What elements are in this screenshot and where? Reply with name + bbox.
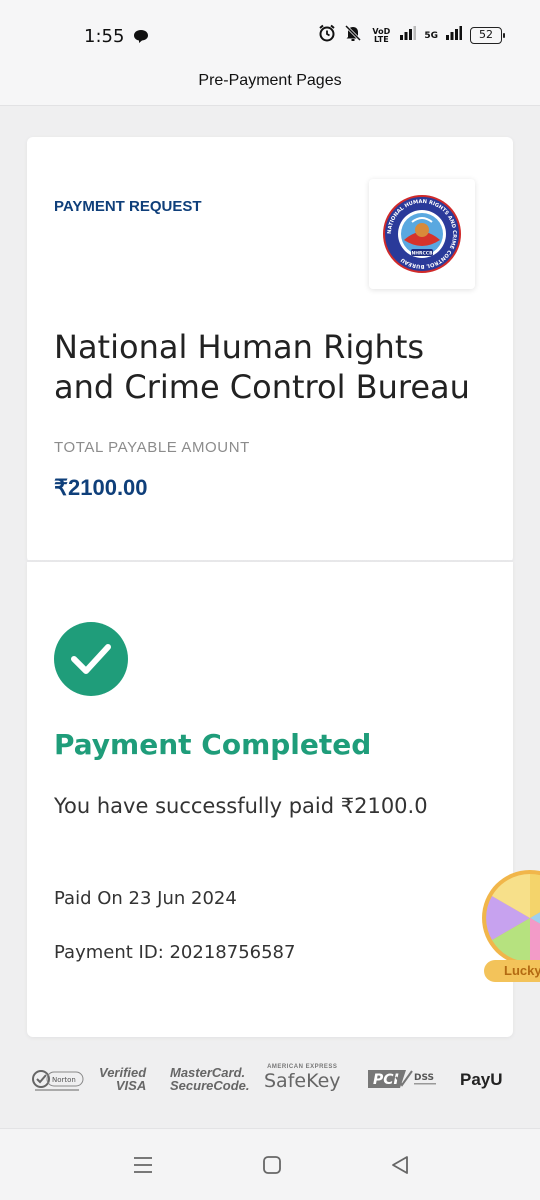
volte-label: VoD LTE [372, 26, 391, 44]
paid-on-date: Paid On 23 Jun 2024 [54, 888, 237, 909]
logo-badge-text: NHRCCB [411, 251, 433, 257]
status-icons: VoD LTE 5G 52 [318, 24, 505, 47]
system-nav-bar [0, 1128, 540, 1200]
status-bar: 1:55 VoD LTE 5G 52 [0, 0, 540, 66]
success-check-icon [54, 622, 128, 696]
status-time: 1:55 [84, 26, 125, 47]
payment-id: Payment ID: 20218756587 [54, 942, 296, 963]
lucky-label: Lucky [484, 960, 540, 982]
mc-line2: SecureCode. [170, 1078, 250, 1093]
organization-name: National Human Rights and Crime Control … [54, 328, 470, 406]
visa-line2: VISA [115, 1078, 147, 1093]
recents-icon[interactable] [133, 1155, 153, 1180]
organization-logo: NATIONAL HUMAN RIGHTS AND CRIME CONTROL … [369, 179, 475, 289]
lucky-spin-widget[interactable]: Lucky [478, 866, 540, 986]
amex-safekey-badge: AMERICAN EXPRESS SafeKey [264, 1064, 341, 1092]
norton-badge: Norton [32, 1068, 86, 1099]
total-payable-label: TOTAL PAYABLE AMOUNT [54, 439, 250, 456]
dss-label: DSS [414, 1073, 434, 1083]
alarm-icon [318, 24, 336, 47]
page-title: Pre-Payment Pages [198, 72, 342, 89]
mastercard-securecode-badge: MasterCard. SecureCode. [170, 1066, 249, 1092]
payment-result-card: Payment Completed You have successfully … [27, 562, 513, 1037]
payment-request-label: PAYMENT REQUEST [54, 198, 202, 215]
mute-icon [344, 24, 362, 47]
signal-icon [400, 26, 417, 45]
back-icon[interactable] [390, 1155, 410, 1180]
verified-by-visa-badge: Verified VISA [99, 1066, 146, 1092]
norton-label: Norton [52, 1076, 76, 1084]
total-payable-amount: ₹2100.00 [54, 475, 148, 500]
safekey-label: SafeKey [264, 1070, 341, 1092]
signal-icon [446, 26, 462, 45]
pci-dss-badge: PCI DSS [366, 1067, 446, 1096]
spin-wheel-icon [482, 870, 540, 966]
message-icon [133, 29, 149, 49]
payu-logo: PayU [460, 1070, 503, 1089]
payment-status-message: You have successfully paid ₹2100.0 [54, 794, 428, 818]
home-icon[interactable] [262, 1155, 282, 1180]
payment-status-title: Payment Completed [54, 728, 372, 761]
pci-label: PCI [373, 1072, 399, 1088]
page-header: Pre-Payment Pages [0, 66, 540, 106]
nhrccb-logo-icon: NATIONAL HUMAN RIGHTS AND CRIME CONTROL … [383, 195, 461, 273]
payment-request-card: PAYMENT REQUEST NATIONAL HUMAN RIGHTS AN… [27, 137, 513, 563]
trust-badges: Norton Verified VISA MasterCard. SecureC… [0, 1058, 540, 1104]
battery-icon: 52 [470, 27, 505, 44]
network-type-label: 5G [424, 30, 438, 41]
